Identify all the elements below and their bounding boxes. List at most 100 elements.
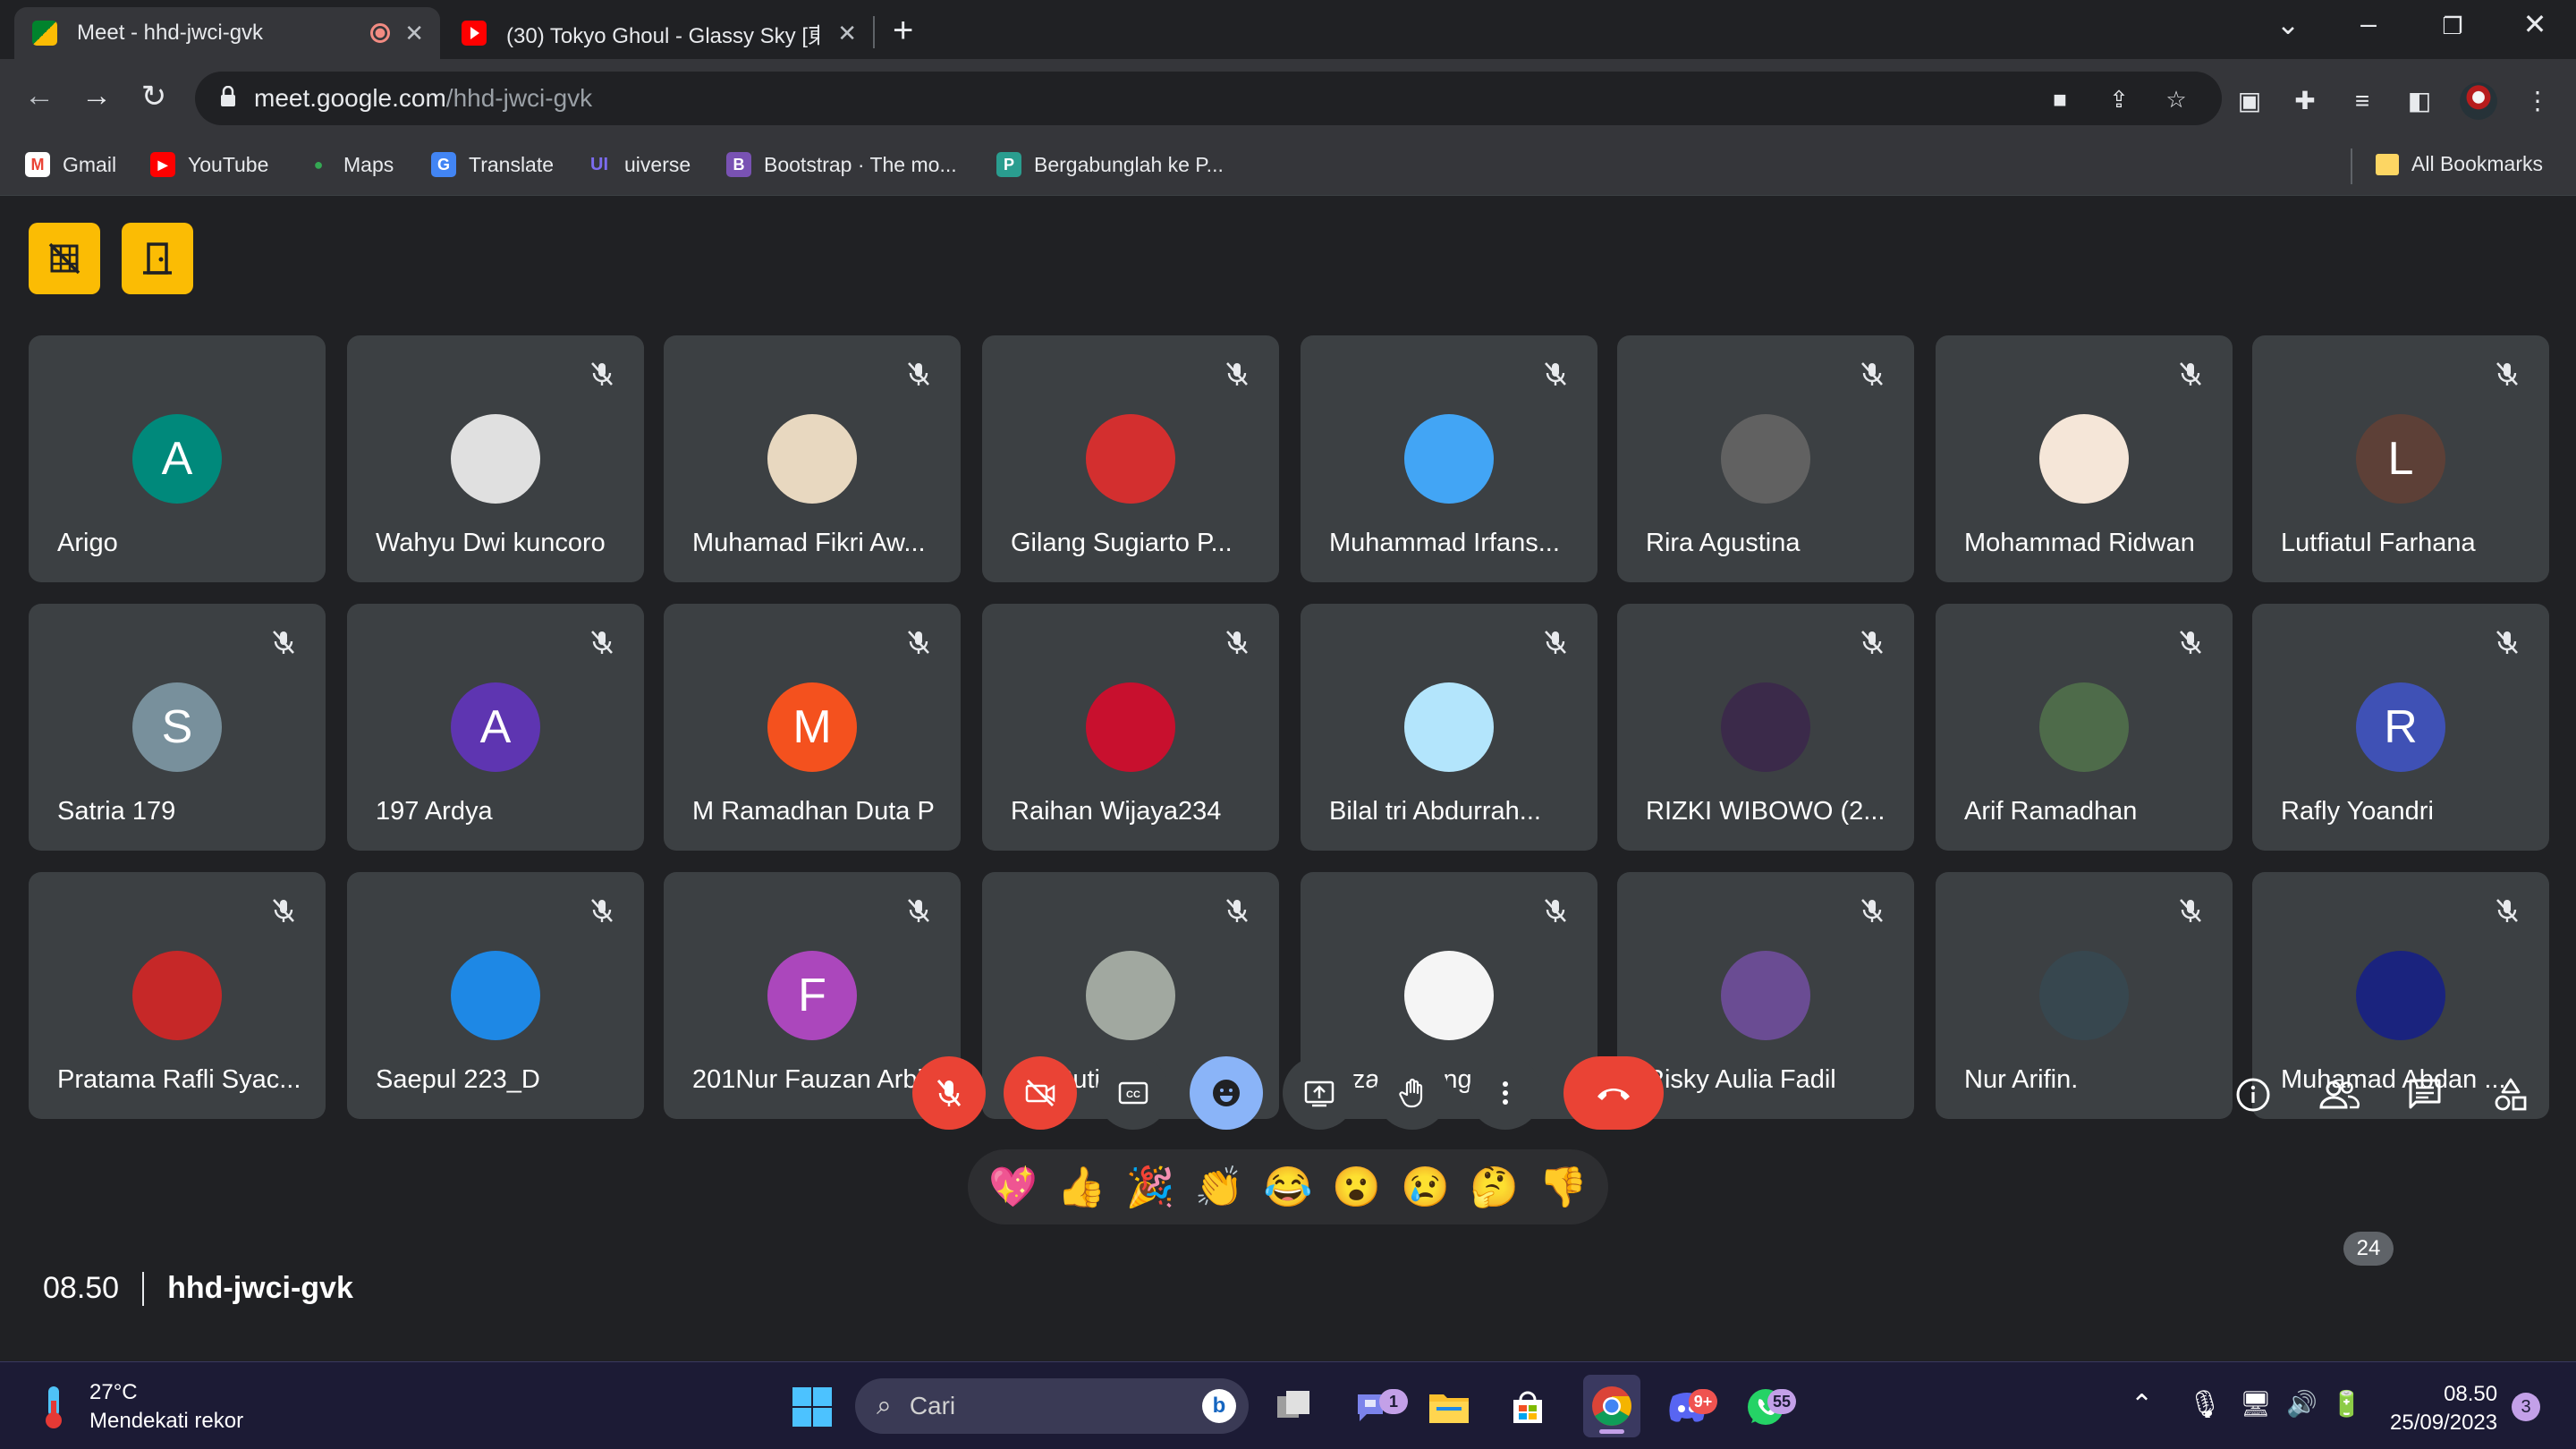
chrome-taskbar-button[interactable] [1583,1375,1640,1437]
captions-button[interactable]: CC [1097,1056,1170,1130]
people-button[interactable] [2317,1072,2361,1117]
reaction-surprised-button[interactable]: 😮 [1332,1164,1381,1210]
restore-button[interactable]: ❐ [2426,13,2479,40]
weather-widget[interactable]: 27°C Mendekati rekor [36,1378,243,1436]
side-panel-icon[interactable]: ◧ [2404,86,2435,116]
participant-tile[interactable]: A Arigo [29,335,326,582]
people-icon [2319,1080,2360,1109]
reactions-button[interactable] [1190,1056,1263,1130]
microphone-tray-icon[interactable]: 🎙 [2188,1389,2222,1420]
mic-muted-icon [2496,899,2518,922]
chrome-menu-icon[interactable]: ⋮ [2522,86,2553,116]
participant-tile[interactable]: R Rafly Yoandri [2252,604,2549,851]
back-button[interactable]: ← [18,79,61,114]
camera-in-use-icon[interactable]: ■ [2046,86,2073,113]
participant-avatar: R [2356,682,2445,772]
bookmark-bootstrap[interactable]: B Bootstrap · The mo... [726,152,957,177]
forward-button[interactable]: → [75,79,118,114]
bookmark-label: Gmail [63,152,117,176]
reload-button[interactable]: ↻ [132,79,175,114]
close-window-button[interactable]: ✕ [2508,7,2562,41]
reaction-thinking-button[interactable]: 🤔 [1470,1164,1519,1210]
bookmark-padlet[interactable]: P Bergabunglah ke P... [996,152,1224,177]
volume-icon[interactable]: 🔊 [2286,1389,2318,1419]
extensions-puzzle-icon[interactable]: ✚ [2290,86,2320,116]
tab-close-icon[interactable]: ✕ [837,20,857,47]
all-bookmarks-folder[interactable]: All Bookmarks [2376,152,2543,176]
participant-tile[interactable]: Nur Arifin. [1936,872,2233,1119]
browser-chrome: Meet - hhd-jwci-gvk ✕ (30) Tokyo Ghoul -… [0,0,2576,195]
participant-tile[interactable]: Arif Ramadhan [1936,604,2233,851]
microsoft-store-button[interactable] [1503,1382,1553,1432]
reaction-sad-button[interactable]: 😢 [1401,1164,1450,1210]
tab-search-icon[interactable]: ⌄ [2261,7,2315,41]
show-hidden-icons-button[interactable]: ⌃ [2131,1389,2153,1420]
extension-save-icon[interactable]: ▣ [2234,86,2265,116]
tab-youtube[interactable]: (30) Tokyo Ghoul - Glassy Sky [東 ✕ [444,7,873,59]
bookmark-star-icon[interactable]: ☆ [2163,86,2190,113]
reaction-party-button[interactable]: 🎉 [1126,1164,1175,1210]
reaction-clap-button[interactable]: 👏 [1195,1164,1244,1210]
reaction-thumbs-down-button[interactable]: 👎 [1538,1164,1588,1210]
bookmark-uiverse[interactable]: UI uiverse [587,152,691,177]
participant-tile[interactable]: A 197 Ardya [347,604,644,851]
leave-call-button[interactable] [1563,1056,1664,1130]
extension-tool-button[interactable] [29,223,100,294]
microphone-toggle-button[interactable] [912,1056,986,1130]
raise-hand-button[interactable] [1376,1056,1449,1130]
notification-count-badge[interactable]: 3 [2512,1393,2540,1421]
network-icon[interactable]: 🖥 [2240,1389,2272,1419]
reaction-thumbs-up-button[interactable]: 👍 [1057,1164,1106,1210]
profile-avatar[interactable] [2460,82,2497,120]
reaction-heart-button[interactable]: 💖 [988,1164,1038,1210]
mic-off-icon [936,1080,962,1106]
new-tab-button[interactable]: + [893,11,913,51]
participant-tile[interactable]: Pratama Rafli Syac... [29,872,326,1119]
participant-count-badge: 24 [2343,1232,2394,1266]
participant-tile[interactable]: M M Ramadhan Duta P [664,604,961,851]
discord-button[interactable]: 9+ [1662,1382,1717,1432]
reaction-laugh-button[interactable]: 😂 [1264,1164,1313,1210]
participant-tile[interactable]: Wahyu Dwi kuncoro [347,335,644,582]
participant-tile[interactable]: Raihan Wijaya234 [982,604,1279,851]
file-explorer-button[interactable] [1424,1382,1474,1432]
minimize-button[interactable]: – [2342,7,2395,40]
tab-meet[interactable]: Meet - hhd-jwci-gvk ✕ [14,7,440,59]
battery-icon[interactable]: 🔋 [2331,1389,2362,1419]
present-screen-button[interactable] [1283,1056,1356,1130]
windows-start-button[interactable] [787,1382,837,1432]
bookmark-gmail[interactable]: M Gmail [25,152,116,177]
participant-tile[interactable]: Rira Agustina [1617,335,1914,582]
participant-tile[interactable]: RIZKI WIBOWO (2... [1617,604,1914,851]
share-icon[interactable]: ⇪ [2106,86,2132,113]
media-controls-icon[interactable]: ≡ [2347,86,2377,116]
activities-button[interactable] [2488,1072,2533,1117]
mic-muted-icon [273,631,294,654]
participant-tile[interactable]: S Satria 179 [29,604,326,851]
whatsapp-button[interactable]: 55 [1741,1382,1796,1432]
system-clock[interactable]: 08.50 25/09/2023 [2390,1380,2497,1437]
participant-tile[interactable]: Saepul 223_D [347,872,644,1119]
teams-button[interactable]: 1 [1347,1382,1408,1432]
participant-tile[interactable]: Bilal tri Abdurrah... [1301,604,1597,851]
bookmark-maps[interactable]: ● Maps [306,152,394,177]
extension-door-button[interactable] [122,223,193,294]
participant-tile[interactable]: Muhamad Fikri Aw... [664,335,961,582]
meeting-details-button[interactable] [2231,1072,2275,1117]
address-bar[interactable]: meet.google.com/hhd-jwci-gvk ■ ⇪ ☆ [195,72,2222,125]
chat-button[interactable] [2402,1072,2447,1117]
taskbar-search[interactable]: ⌕ Cari b [855,1378,1249,1434]
participant-tile[interactable]: Muhammad Irfans... [1301,335,1597,582]
camera-toggle-button[interactable] [1004,1056,1077,1130]
participant-tile[interactable]: L Lutfiatul Farhana [2252,335,2549,582]
participant-tile[interactable]: Gilang Sugiarto P... [982,335,1279,582]
mic-muted-icon [908,899,929,922]
bookmark-translate[interactable]: G Translate [431,152,554,177]
participant-tile[interactable]: Mohammad Ridwan [1936,335,2233,582]
more-options-button[interactable] [1469,1056,1542,1130]
chrome-logo-icon [1592,1386,1631,1426]
task-view-button[interactable] [1268,1382,1318,1432]
bookmark-youtube[interactable]: ▶ YouTube [150,152,268,177]
url-text[interactable]: meet.google.com/hhd-jwci-gvk [254,84,592,113]
tab-close-icon[interactable]: ✕ [404,20,424,47]
